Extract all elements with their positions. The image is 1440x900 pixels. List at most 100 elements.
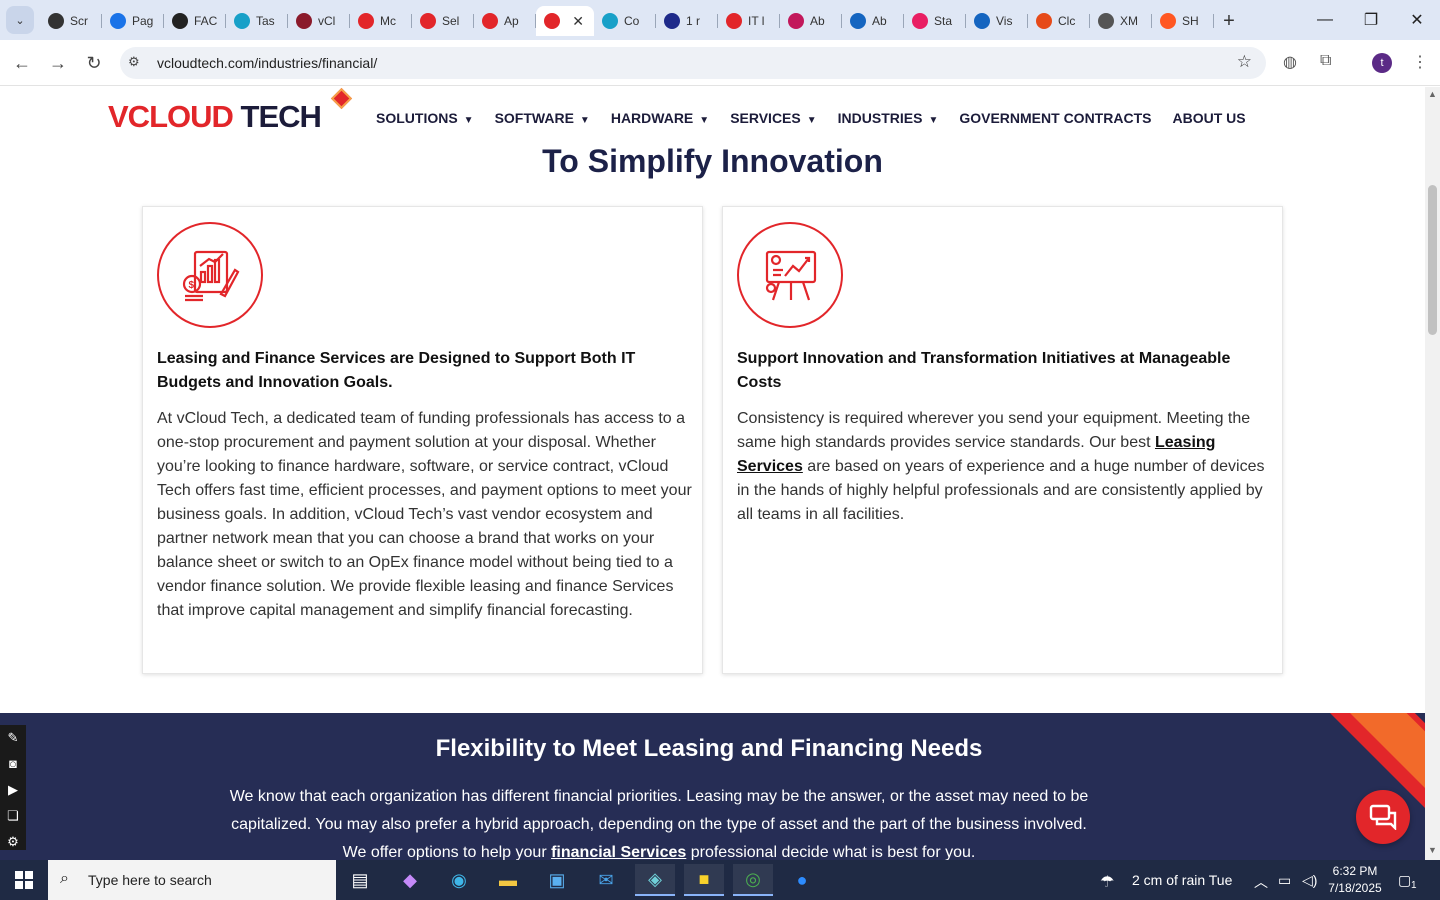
- network-icon[interactable]: ▭: [1278, 872, 1291, 889]
- browser-tab[interactable]: Ap: [474, 6, 536, 36]
- browser-tab[interactable]: Clc: [1028, 6, 1090, 36]
- scroll-up-arrow-icon[interactable]: ▲: [1428, 89, 1437, 99]
- browser-tab[interactable]: Co: [594, 6, 656, 36]
- browser-tab[interactable]: IT l: [718, 6, 780, 36]
- browser-tab[interactable]: Ab: [842, 6, 904, 36]
- tab-favicon-icon: [1160, 13, 1176, 29]
- tab-label: Ab: [810, 14, 825, 28]
- weather-icon[interactable]: ☂: [1100, 872, 1114, 892]
- translate-icon[interactable]: ◍: [1283, 52, 1297, 72]
- mail-icon[interactable]: ✉: [586, 864, 626, 896]
- taskbar-search[interactable]: ⌕ Type here to search: [48, 860, 336, 900]
- site-logo[interactable]: VCLOUD TECH: [108, 87, 353, 135]
- nav-item-label: HARDWARE: [610, 110, 694, 126]
- page-viewport: VCLOUD TECH SOLUTIONS ▼ SOFTWARE ▼ HARDWARE ▼…: [0, 87, 1425, 860]
- app-icon[interactable]: ◈: [635, 864, 675, 896]
- close-tab-icon[interactable]: ✕: [572, 13, 584, 30]
- nav-item-software[interactable]: SOFTWARE ▼: [495, 110, 590, 126]
- tab-label: vCl: [318, 14, 336, 28]
- profile-avatar[interactable]: t: [1372, 53, 1392, 73]
- scroll-thumb[interactable]: [1428, 185, 1437, 335]
- minimize-button[interactable]: —: [1302, 0, 1348, 40]
- tab-favicon-icon: [110, 13, 126, 29]
- card-body: At vCloud Tech, a dedicated team of fund…: [157, 410, 692, 619]
- tab-search-button[interactable]: ⌄: [6, 6, 34, 34]
- tab-favicon-icon: [234, 13, 250, 29]
- close-window-button[interactable]: ✕: [1394, 0, 1440, 40]
- nav-item-solutions[interactable]: SOLUTIONS ▼: [376, 110, 474, 126]
- chat-widget-button[interactable]: [1356, 790, 1410, 844]
- tab-favicon-icon: [602, 13, 618, 29]
- logo-main-text: VCLOUD: [108, 99, 234, 134]
- menu-icon[interactable]: ⋮: [1412, 52, 1428, 72]
- extensions-icon[interactable]: ⧉: [1320, 52, 1331, 70]
- finance-chart-icon: $: [157, 222, 263, 328]
- nav-item-industries[interactable]: INDUSTRIES ▼: [838, 110, 939, 126]
- clock[interactable]: 6:32 PM 7/18/2025: [1318, 863, 1392, 897]
- browser-tab[interactable]: FAC: [164, 6, 226, 36]
- financial-services-link[interactable]: financial Services: [551, 844, 686, 860]
- nav-item-government-contracts[interactable]: GOVERNMENT CONTRACTS: [959, 110, 1151, 126]
- tab-label: 1 r: [686, 14, 701, 28]
- browser-tab[interactable]: 1 r: [656, 6, 718, 36]
- nav-item-hardware[interactable]: HARDWARE ▼: [611, 110, 709, 126]
- chrome-icon[interactable]: ◎: [733, 864, 773, 896]
- nav-item-label: INDUSTRIES: [837, 110, 923, 126]
- nav-item-about-us[interactable]: ABOUT US: [1172, 110, 1245, 126]
- site-info-icon[interactable]: ⚙: [128, 54, 140, 70]
- start-button[interactable]: [0, 860, 48, 900]
- flexibility-section: Flexibility to Meet Leasing and Financin…: [0, 713, 1425, 860]
- pin-icon[interactable]: ✎: [0, 725, 26, 751]
- nav-item-services[interactable]: SERVICES ▼: [730, 110, 816, 126]
- zoom-icon[interactable]: ●: [782, 864, 822, 896]
- browser-tab[interactable]: Sta: [904, 6, 966, 36]
- new-tab-button[interactable]: +: [1214, 6, 1244, 36]
- address-bar[interactable]: ⚙ vcloudtech.com/industries/financial/ ☆: [120, 47, 1266, 79]
- store-icon[interactable]: ▣: [537, 864, 577, 896]
- tab-label: Co: [624, 14, 640, 28]
- browser-tab[interactable]: Scr: [40, 6, 102, 36]
- tab-favicon-icon: [48, 13, 64, 29]
- sticky-notes-icon[interactable]: ■: [684, 864, 724, 896]
- date-text: 7/18/2025: [1328, 881, 1382, 895]
- task-view-icon[interactable]: ▤: [340, 864, 380, 896]
- browser-tab[interactable]: Tas: [226, 6, 288, 36]
- camera-icon[interactable]: ◙: [0, 751, 26, 777]
- browser-tab[interactable]: SH: [1152, 6, 1214, 36]
- tab-label: Ap: [504, 14, 519, 28]
- video-icon[interactable]: ▶: [0, 777, 26, 803]
- volume-icon[interactable]: ◁): [1302, 872, 1317, 889]
- edge-icon[interactable]: ◉: [439, 864, 479, 896]
- tab-label: Ab: [872, 14, 887, 28]
- tab-favicon-icon: [544, 13, 560, 29]
- browser-tab[interactable]: Ab: [780, 6, 842, 36]
- browser-tab[interactable]: Mc: [350, 6, 412, 36]
- window-icon[interactable]: ❏: [0, 803, 26, 829]
- logo-diamond-icon: [330, 87, 353, 110]
- tray-chevron-icon[interactable]: ︿: [1254, 872, 1268, 892]
- tab-label: SH: [1182, 14, 1199, 28]
- weather-text[interactable]: 2 cm of rain Tue: [1132, 872, 1232, 888]
- browser-tab[interactable]: XM: [1090, 6, 1152, 36]
- card-body: Consistency is required wherever you sen…: [737, 407, 1272, 527]
- tab-favicon-icon: [664, 13, 680, 29]
- tab-label: Scr: [70, 14, 88, 28]
- bookmark-star-icon[interactable]: ☆: [1237, 52, 1252, 72]
- page-scrollbar[interactable]: ▲ ▼: [1425, 87, 1440, 860]
- copilot-icon[interactable]: ◆: [390, 864, 430, 896]
- browser-tab[interactable]: Sel: [412, 6, 474, 36]
- scroll-down-arrow-icon[interactable]: ▼: [1428, 845, 1437, 855]
- browser-tab[interactable]: ✕: [536, 6, 594, 36]
- notifications-icon[interactable]: ▢: [1398, 872, 1411, 889]
- card-body-text: are based on years of experience and a h…: [737, 458, 1265, 523]
- file-explorer-icon[interactable]: ▬: [488, 864, 528, 896]
- tab-favicon-icon: [912, 13, 928, 29]
- settings-gear-icon[interactable]: ⚙: [0, 829, 26, 855]
- maximize-button[interactable]: ❐: [1348, 0, 1394, 40]
- browser-tab[interactable]: vCl: [288, 6, 350, 36]
- reload-button[interactable]: ↻: [81, 50, 107, 76]
- forward-button[interactable]: →: [45, 50, 71, 76]
- browser-tab[interactable]: Vis: [966, 6, 1028, 36]
- browser-tab[interactable]: Pag: [102, 6, 164, 36]
- back-button[interactable]: ←: [9, 50, 35, 76]
